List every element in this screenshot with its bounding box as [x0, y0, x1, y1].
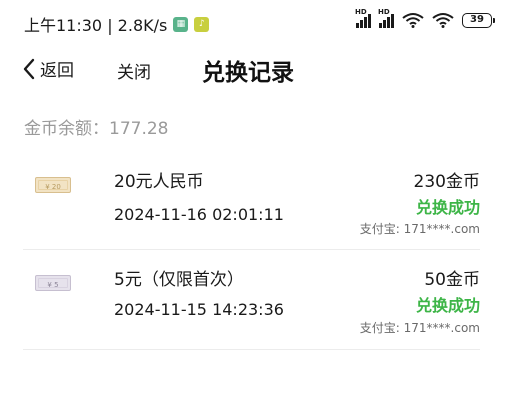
- wifi-icon-2: [432, 13, 454, 28]
- chevron-left-icon: [23, 58, 35, 79]
- divider: [23, 349, 480, 350]
- item-time: 2024-11-15 14:23:36: [114, 300, 284, 319]
- status-left: 上午11:30 | 2.8K/s ▦ ♪: [24, 12, 210, 36]
- ticket-label: ¥ 5: [38, 278, 68, 289]
- status-time-speed: 上午11:30 | 2.8K/s: [24, 16, 168, 35]
- account-info: 支付宝: 171****.com: [359, 222, 480, 236]
- list-item[interactable]: ¥ 5 5元（仅限首次） 2024-11-15 14:23:36 50金币 兑换…: [0, 250, 518, 350]
- battery-icon: 39: [462, 12, 495, 28]
- page-title: 兑换记录: [202, 60, 294, 86]
- wifi-icon: [402, 13, 424, 28]
- app-notification-icon: ▦: [173, 16, 189, 32]
- back-label: 返回: [40, 61, 74, 81]
- signal-icon-2: HD: [378, 8, 394, 28]
- status-right: HD HD 39: [355, 8, 495, 28]
- coin-balance: 金币余额：177.28: [24, 119, 169, 139]
- ticket-label: ¥ 20: [38, 180, 68, 191]
- nav-bar: 返回 关闭 兑换记录: [0, 44, 518, 94]
- status-bar: 上午11:30 | 2.8K/s ▦ ♪ HD HD 39: [0, 0, 518, 44]
- cash-ticket-icon: ¥ 20: [35, 177, 71, 193]
- signal-icon: HD: [355, 8, 371, 28]
- back-button[interactable]: 返回: [22, 56, 74, 81]
- status-badge: 兑换成功: [415, 198, 480, 217]
- coin-cost: 230金币: [413, 172, 480, 192]
- item-time: 2024-11-16 02:01:11: [114, 205, 284, 224]
- tiktok-notification-icon: ♪: [194, 16, 210, 32]
- status-badge: 兑换成功: [415, 296, 480, 315]
- item-name: 5元（仅限首次）: [114, 270, 244, 290]
- coin-cost: 50金币: [424, 270, 480, 290]
- list-item[interactable]: ¥ 20 20元人民币 2024-11-16 02:01:11 230金币 兑换…: [0, 150, 518, 250]
- item-name: 20元人民币: [114, 172, 204, 192]
- hd-label-2: HD: [378, 8, 390, 16]
- hd-label: HD: [355, 8, 367, 16]
- account-info: 支付宝: 171****.com: [359, 321, 480, 335]
- cash-ticket-icon: ¥ 5: [35, 275, 71, 291]
- close-button[interactable]: 关闭: [117, 58, 151, 83]
